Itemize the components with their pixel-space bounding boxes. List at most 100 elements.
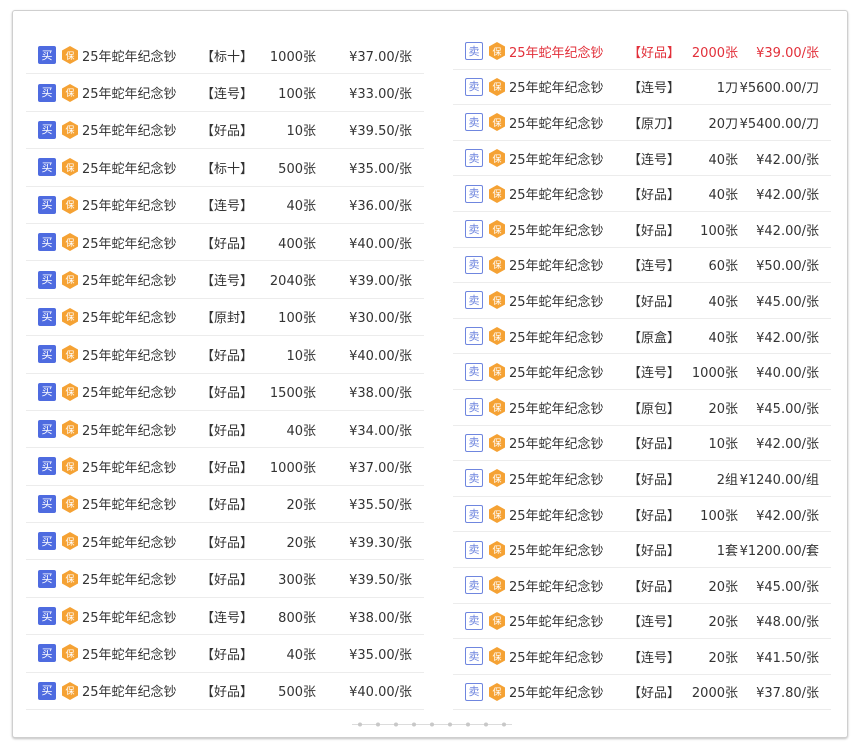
listing-row[interactable]: 卖保 25年蛇年纪念钞 【连号】 20张 ¥41.50/张 [453, 639, 831, 675]
listing-row[interactable]: 买保 25年蛇年纪念钞 【好品】 20张 ¥35.50/张 [26, 486, 424, 524]
listing-row[interactable]: 买保 25年蛇年纪念钞 【好品】 1500张 ¥38.00/张 [26, 374, 424, 411]
listing-row[interactable]: 买保 25年蛇年纪念钞 【好品】 40张 ¥34.00/张 [26, 411, 424, 449]
listing-row[interactable]: 买保 25年蛇年纪念钞 【连号】 100张 ¥33.00/张 [26, 74, 424, 112]
item-name[interactable]: 25年蛇年纪念钞 [509, 255, 624, 274]
item-category: 【好品】 [201, 423, 254, 439]
listing-row[interactable]: 买保 25年蛇年纪念钞 【好品】 1000张 ¥37.00/张 [26, 448, 424, 486]
listing-row[interactable]: 卖保 25年蛇年纪念钞 【连号】 20张 ¥48.00/张 [453, 604, 831, 640]
item-name[interactable]: 25年蛇年纪念钞 [82, 270, 197, 289]
badge-label: 保 [492, 261, 502, 272]
listing-row[interactable]: 卖保 25年蛇年纪念钞 【好品】 2组 ¥1240.00/组 [453, 461, 831, 497]
listing-row[interactable]: 卖保 25年蛇年纪念钞 【原刀】 20刀 ¥5400.00/刀 [453, 105, 831, 141]
listing-row[interactable]: 卖保 25年蛇年纪念钞 【好品】 40张 ¥45.00/张 [453, 283, 831, 319]
badge-label: 保 [492, 47, 502, 58]
listing-row[interactable]: 卖保 25年蛇年纪念钞 【连号】 1刀 ¥5600.00/刀 [453, 70, 831, 106]
item-name[interactable]: 25年蛇年纪念钞 [509, 576, 624, 595]
item-name[interactable]: 25年蛇年纪念钞 [509, 611, 624, 630]
listing-row[interactable]: 买保 25年蛇年纪念钞 【好品】 300张 ¥39.50/张 [26, 560, 424, 598]
item-name[interactable]: 25年蛇年纪念钞 [82, 345, 197, 364]
item-name[interactable]: 25年蛇年纪念钞 [509, 540, 624, 559]
item-name[interactable]: 25年蛇年纪念钞 [509, 327, 624, 346]
badge-label: 保 [492, 118, 502, 129]
item-quantity: 2000张 [691, 45, 738, 61]
item-name[interactable]: 25年蛇年纪念钞 [82, 120, 197, 139]
listing-row[interactable]: 买保 25年蛇年纪念钞 【原封】 100张 ¥30.00/张 [26, 299, 424, 337]
item-category: 【好品】 [201, 535, 254, 551]
listing-row[interactable]: 卖保 25年蛇年纪念钞 【好品】 1套 ¥1200.00/套 [453, 532, 831, 568]
item-name[interactable]: 25年蛇年纪念钞 [82, 382, 197, 401]
item-name[interactable]: 25年蛇年纪念钞 [82, 681, 197, 700]
listing-row[interactable]: 卖保 25年蛇年纪念钞 【原包】 20张 ¥45.00/张 [453, 390, 831, 426]
item-name[interactable]: 25年蛇年纪念钞 [82, 494, 197, 513]
guarantee-badge-icon: 保 [487, 255, 507, 275]
item-name[interactable]: 25年蛇年纪念钞 [509, 469, 624, 488]
listing-row[interactable]: 卖保 25年蛇年纪念钞 【好品】 100张 ¥42.00/张 [453, 497, 831, 533]
item-name[interactable]: 25年蛇年纪念钞 [82, 644, 197, 663]
item-name[interactable]: 25年蛇年纪念钞 [82, 158, 197, 177]
guarantee-badge-icon: 保 [60, 195, 80, 215]
item-name[interactable]: 25年蛇年纪念钞 [509, 505, 624, 524]
item-name[interactable]: 25年蛇年纪念钞 [82, 46, 197, 65]
horizontal-scroll-indicator[interactable] [352, 719, 512, 730]
buy-tag: 买 [38, 83, 56, 102]
item-name[interactable]: 25年蛇年纪念钞 [82, 532, 197, 551]
item-price: ¥45.00/张 [756, 401, 819, 417]
item-category: 【好品】 [628, 686, 681, 702]
listing-row[interactable]: 卖保 25年蛇年纪念钞 【好品】 10张 ¥42.00/张 [453, 426, 831, 462]
item-name[interactable]: 25年蛇年纪念钞 [509, 42, 624, 61]
item-name[interactable]: 25年蛇年纪念钞 [509, 362, 624, 381]
item-quantity: 40张 [286, 199, 316, 215]
item-name[interactable]: 25年蛇年纪念钞 [82, 420, 197, 439]
listing-row[interactable]: 买保 25年蛇年纪念钞 【标十】 500张 ¥35.00/张 [26, 149, 424, 187]
listing-row[interactable]: 买保 25年蛇年纪念钞 【连号】 800张 ¥38.00/张 [26, 598, 424, 636]
sell-tag: 卖 [465, 149, 483, 168]
item-name[interactable]: 25年蛇年纪念钞 [82, 195, 197, 214]
badge-label: 保 [492, 332, 502, 343]
item-price: ¥42.00/张 [756, 508, 819, 524]
listing-row[interactable]: 卖保 25年蛇年纪念钞 【原盒】 40张 ¥42.00/张 [453, 319, 831, 355]
item-price: ¥40.00/张 [349, 685, 412, 701]
buy-tag: 买 [38, 345, 56, 364]
listing-row[interactable]: 卖保 25年蛇年纪念钞 【连号】 40张 ¥42.00/张 [453, 141, 831, 177]
item-name[interactable]: 25年蛇年纪念钞 [82, 569, 197, 588]
item-name[interactable]: 25年蛇年纪念钞 [82, 83, 197, 102]
item-name[interactable]: 25年蛇年纪念钞 [82, 233, 197, 252]
item-name[interactable]: 25年蛇年纪念钞 [509, 433, 624, 452]
item-price: ¥39.00/张 [349, 274, 412, 290]
guarantee-badge-icon: 保 [60, 643, 80, 663]
listing-row[interactable]: 卖保 25年蛇年纪念钞 【好品】 2000张 ¥39.00/张 [453, 34, 831, 70]
guarantee-badge-icon: 保 [487, 468, 507, 488]
listing-row[interactable]: 买保 25年蛇年纪念钞 【好品】 20张 ¥39.30/张 [26, 523, 424, 561]
listing-row[interactable]: 卖保 25年蛇年纪念钞 【连号】 1000张 ¥40.00/张 [453, 354, 831, 390]
item-name[interactable]: 25年蛇年纪念钞 [509, 77, 624, 96]
item-name[interactable]: 25年蛇年纪念钞 [509, 682, 624, 701]
listing-row[interactable]: 买保 25年蛇年纪念钞 【连号】 40张 ¥36.00/张 [26, 187, 424, 224]
listing-row[interactable]: 买保 25年蛇年纪念钞 【好品】 400张 ¥40.00/张 [26, 224, 424, 262]
item-name[interactable]: 25年蛇年纪念钞 [509, 220, 624, 239]
badge-label: 保 [65, 126, 75, 137]
listing-row[interactable]: 买保 25年蛇年纪念钞 【好品】 500张 ¥40.00/张 [26, 673, 424, 711]
listing-row[interactable]: 买保 25年蛇年纪念钞 【好品】 10张 ¥39.50/张 [26, 112, 424, 150]
listing-row[interactable]: 卖保 25年蛇年纪念钞 【好品】 2000张 ¥37.80/张 [453, 675, 831, 711]
item-name[interactable]: 25年蛇年纪念钞 [509, 184, 624, 203]
item-name[interactable]: 25年蛇年纪念钞 [82, 457, 197, 476]
listing-row[interactable]: 卖保 25年蛇年纪念钞 【好品】 20张 ¥45.00/张 [453, 568, 831, 604]
listing-row[interactable]: 买保 25年蛇年纪念钞 【标十】 1000张 ¥37.00/张 [26, 37, 424, 75]
listing-row[interactable]: 卖保 25年蛇年纪念钞 【好品】 100张 ¥42.00/张 [453, 212, 831, 248]
listing-row[interactable]: 买保 25年蛇年纪念钞 【好品】 10张 ¥40.00/张 [26, 336, 424, 374]
item-name[interactable]: 25年蛇年纪念钞 [509, 291, 624, 310]
badge-label: 保 [492, 368, 502, 379]
item-name[interactable]: 25年蛇年纪念钞 [509, 149, 624, 168]
item-quantity: 1500张 [269, 386, 316, 402]
listing-row[interactable]: 买保 25年蛇年纪念钞 【连号】 2040张 ¥39.00/张 [26, 261, 424, 299]
item-name[interactable]: 25年蛇年纪念钞 [509, 398, 624, 417]
listing-row[interactable]: 卖保 25年蛇年纪念钞 【连号】 60张 ¥50.00/张 [453, 248, 831, 284]
item-name[interactable]: 25年蛇年纪念钞 [509, 113, 624, 132]
item-name[interactable]: 25年蛇年纪念钞 [82, 307, 197, 326]
item-price: ¥42.00/张 [756, 188, 819, 204]
item-price: ¥42.00/张 [756, 223, 819, 239]
listing-row[interactable]: 买保 25年蛇年纪念钞 【好品】 40张 ¥35.00/张 [26, 635, 424, 673]
item-name[interactable]: 25年蛇年纪念钞 [82, 607, 197, 626]
item-name[interactable]: 25年蛇年纪念钞 [509, 647, 624, 666]
listing-row[interactable]: 卖保 25年蛇年纪念钞 【好品】 40张 ¥42.00/张 [453, 176, 831, 212]
